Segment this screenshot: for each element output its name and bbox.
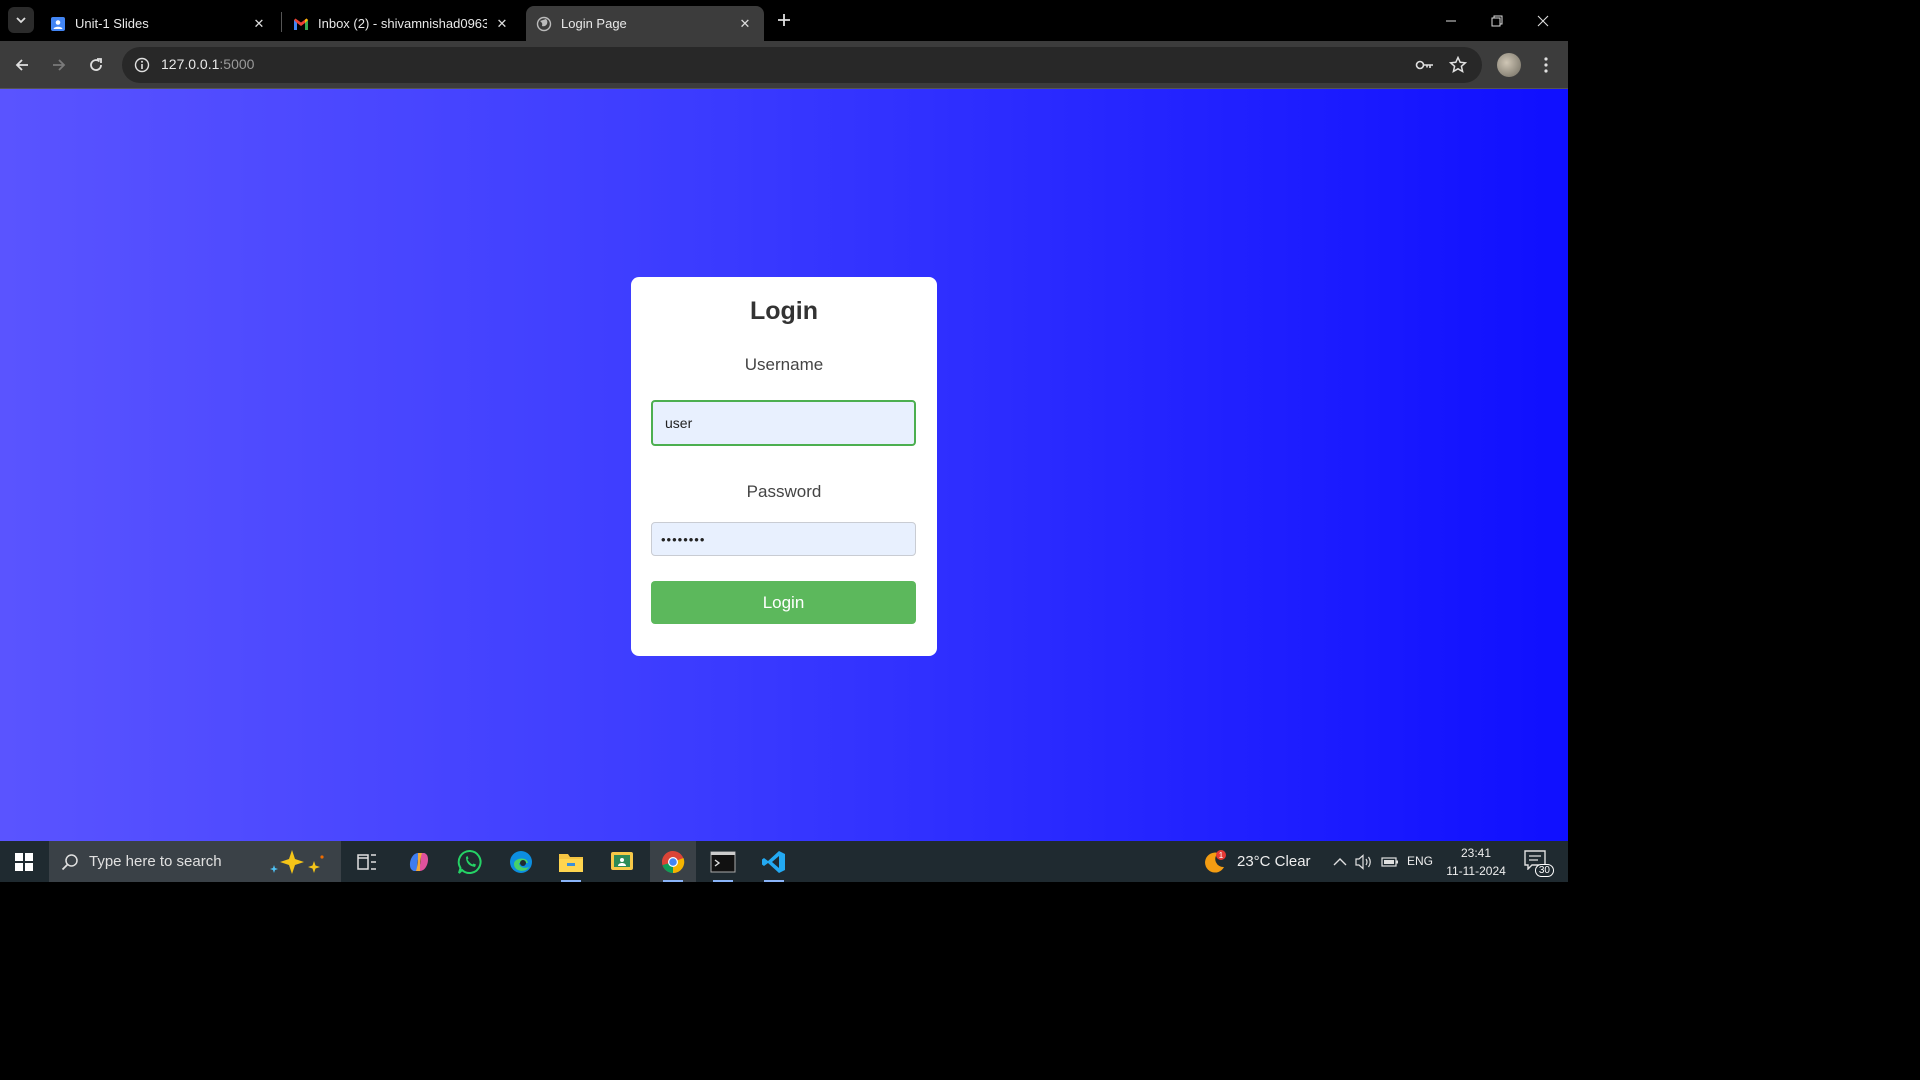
browser-menu-button[interactable] — [1534, 53, 1558, 77]
plus-icon — [778, 14, 790, 26]
minimize-icon — [1446, 20, 1456, 21]
tab-unit-1-slides[interactable]: Unit-1 Slides ✕ — [40, 6, 278, 41]
terminal-icon — [710, 851, 736, 872]
back-button[interactable] — [8, 51, 36, 79]
tab-login-page[interactable]: Login Page ✕ — [526, 6, 764, 41]
taskbar-vscode[interactable] — [751, 841, 797, 882]
windows-taskbar: Type here to search 1 23°C Clear ENG 23:… — [0, 841, 1568, 882]
copilot-sparkle-icon[interactable] — [266, 847, 330, 877]
show-hidden-icons-button[interactable] — [1328, 841, 1352, 882]
tab-title: Login Page — [561, 16, 627, 31]
clock-time: 23:41 — [1460, 846, 1492, 860]
restore-button[interactable] — [1474, 0, 1520, 41]
start-button[interactable] — [0, 841, 48, 882]
taskbar-terminal[interactable] — [700, 841, 746, 882]
chrome-icon — [662, 850, 685, 873]
running-indicator — [713, 880, 733, 882]
username-label: Username — [744, 355, 824, 374]
classroom-icon — [611, 851, 633, 870]
running-indicator — [764, 880, 784, 882]
moon-weather-icon: 1 — [1205, 849, 1226, 873]
taskbar-edge[interactable] — [498, 841, 544, 882]
url-host: 127.0.0.1 — [161, 56, 220, 72]
taskbar-copilot[interactable] — [396, 841, 442, 882]
password-label: Password — [746, 482, 822, 501]
close-window-button[interactable] — [1520, 0, 1566, 41]
arrow-left-icon — [15, 59, 28, 71]
copilot-icon — [409, 852, 429, 871]
volume-button[interactable] — [1352, 841, 1376, 882]
chevron-down-icon — [16, 17, 26, 24]
edge-icon — [510, 850, 532, 873]
running-indicator — [561, 880, 581, 882]
profile-avatar[interactable] — [1497, 53, 1521, 77]
site-info-icon[interactable] — [130, 53, 154, 77]
whatsapp-icon — [457, 849, 482, 874]
address-bar[interactable]: 127.0.0.1:5000 — [122, 47, 1482, 83]
close-icon[interactable]: ✕ — [736, 15, 754, 33]
taskbar-whatsapp[interactable] — [447, 841, 493, 882]
taskbar-search-box[interactable]: Type here to search — [49, 841, 341, 882]
url-text[interactable]: 127.0.0.1:5000 — [161, 56, 254, 72]
tab-title: Unit-1 Slides — [75, 16, 149, 31]
minimize-button[interactable] — [1428, 0, 1474, 41]
login-heading: Login — [749, 297, 819, 325]
search-placeholder: Type here to search — [89, 853, 222, 870]
close-icon[interactable]: ✕ — [250, 15, 268, 33]
speaker-icon — [1355, 853, 1371, 870]
weather-badge: 1 — [1219, 851, 1224, 860]
bookmark-star-icon[interactable] — [1446, 53, 1470, 77]
username-input[interactable]: user — [651, 400, 916, 446]
notification-count: 30 — [1534, 864, 1554, 877]
running-indicator — [663, 880, 683, 882]
taskbar-file-explorer[interactable] — [548, 841, 594, 882]
battery-icon — [1381, 856, 1398, 867]
tab-search-button[interactable] — [8, 7, 34, 33]
login-card: Login Username user Password •••••••• Lo… — [631, 277, 937, 656]
globe-icon — [536, 16, 552, 32]
reload-icon — [90, 58, 102, 71]
close-icon[interactable]: ✕ — [493, 15, 511, 33]
task-view-button[interactable] — [344, 841, 390, 882]
reload-button[interactable] — [82, 51, 110, 79]
chevron-up-icon — [1333, 857, 1347, 865]
browser-toolbar: 127.0.0.1:5000 — [0, 41, 1568, 88]
vscode-icon — [762, 850, 785, 873]
search-icon — [61, 853, 78, 870]
weather-widget-icon[interactable]: 1 — [1195, 841, 1235, 882]
language-indicator[interactable]: ENG — [1407, 854, 1433, 868]
notification-center-button[interactable]: 30 — [1524, 850, 1554, 877]
password-key-icon[interactable] — [1413, 53, 1437, 77]
taskbar-chrome[interactable] — [650, 841, 696, 882]
slides-icon — [50, 16, 66, 32]
task-view-icon — [357, 853, 376, 870]
url-port: :5000 — [219, 56, 255, 72]
windows-logo-icon — [15, 852, 33, 871]
battery-button[interactable] — [1378, 841, 1402, 882]
gmail-icon — [293, 16, 309, 32]
arrow-right-icon — [53, 59, 66, 71]
taskbar-clock[interactable]: 23:41 11-11-2024 — [1440, 844, 1512, 880]
forward-button[interactable] — [45, 51, 73, 79]
folder-icon — [559, 853, 583, 872]
browser-tab-strip: Unit-1 Slides ✕ Inbox (2) - shivamnishad… — [0, 0, 1568, 41]
new-tab-button[interactable] — [772, 8, 796, 32]
password-input[interactable]: •••••••• — [651, 522, 916, 556]
restore-icon — [1491, 15, 1503, 26]
login-button[interactable]: Login — [651, 581, 916, 624]
tab-separator — [281, 12, 282, 32]
close-icon — [1537, 15, 1549, 26]
tab-inbox[interactable]: Inbox (2) - shivamnishad09630 ✕ — [283, 6, 521, 41]
more-vertical-icon — [1544, 57, 1548, 73]
page-viewport: Login Username user Password •••••••• Lo… — [0, 88, 1568, 841]
taskbar-classroom[interactable] — [599, 841, 645, 882]
tab-title: Inbox (2) - shivamnishad09630 — [318, 16, 487, 31]
weather-text[interactable]: 23°C Clear — [1237, 853, 1311, 870]
clock-date: 11-11-2024 — [1446, 864, 1506, 878]
